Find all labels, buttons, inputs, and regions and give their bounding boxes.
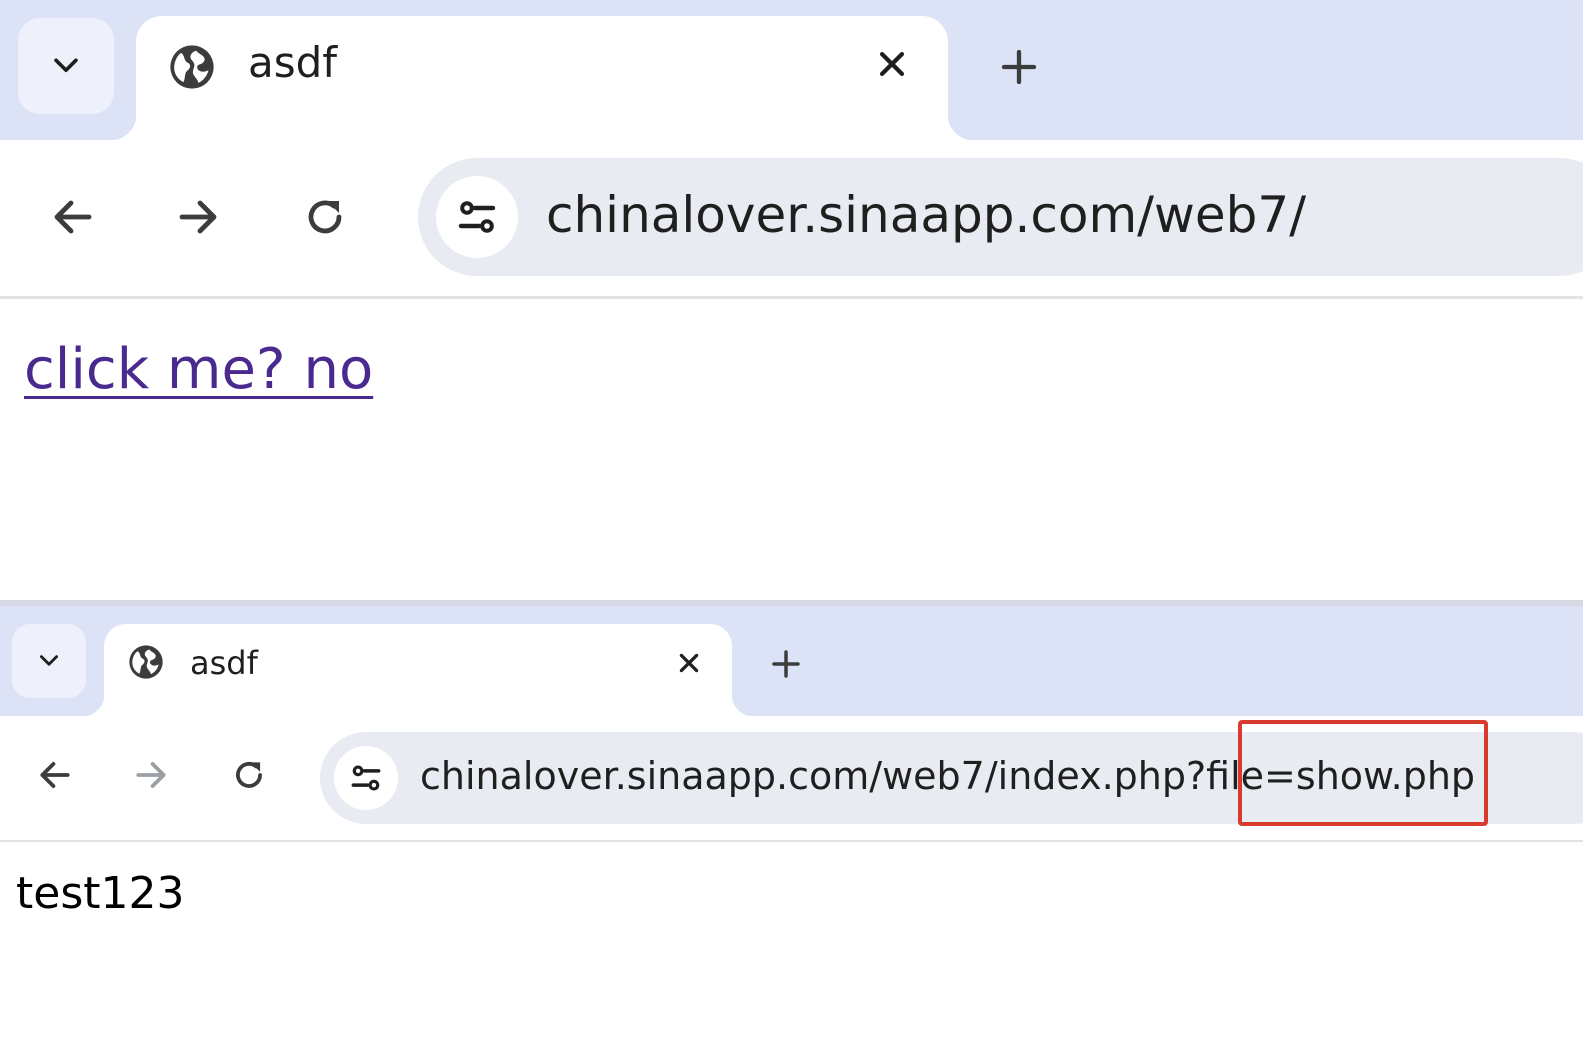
chevron-down-icon bbox=[54, 58, 78, 73]
active-tab[interactable]: asdf bbox=[82, 624, 754, 716]
url-text: chinalover.sinaapp.com/web7/ bbox=[546, 186, 1307, 244]
reload-button[interactable] bbox=[222, 748, 276, 802]
globe-icon bbox=[166, 41, 218, 97]
new-tab-button[interactable] bbox=[986, 34, 1052, 100]
close-tab-button[interactable] bbox=[862, 34, 922, 94]
page-content: test123 bbox=[0, 842, 1583, 1063]
page-content: click me? no bbox=[0, 299, 1583, 600]
address-bar[interactable]: chinalover.sinaapp.com/web7/ bbox=[418, 158, 1583, 276]
click-me-link[interactable]: click me? no bbox=[24, 337, 373, 402]
new-tab-button[interactable] bbox=[760, 638, 812, 690]
active-tab[interactable]: asdf bbox=[110, 16, 974, 140]
tab-strip: asdf bbox=[0, 0, 1583, 140]
navigation-toolbar: chinalover.sinaapp.com/web7/ bbox=[0, 140, 1583, 298]
arrow-right-icon bbox=[179, 200, 217, 234]
close-icon bbox=[879, 51, 905, 77]
reload-button[interactable] bbox=[290, 182, 360, 252]
browser-window-1: asdf chinalover.sinaapp.com/web7/ click … bbox=[0, 0, 1583, 600]
tune-icon bbox=[351, 765, 381, 791]
arrow-right-icon bbox=[136, 762, 166, 788]
reload-icon bbox=[236, 761, 262, 788]
tab-search-button[interactable] bbox=[12, 624, 86, 698]
forward-button[interactable] bbox=[163, 182, 233, 252]
reload-icon bbox=[308, 200, 342, 234]
plus-icon bbox=[772, 650, 800, 678]
back-button[interactable] bbox=[28, 748, 82, 802]
chevron-down-icon bbox=[40, 655, 58, 666]
forward-button[interactable] bbox=[124, 748, 178, 802]
tab-title: asdf bbox=[190, 644, 258, 682]
tab-search-button[interactable] bbox=[18, 18, 114, 114]
site-info-button[interactable] bbox=[436, 176, 518, 258]
tab-strip: asdf bbox=[0, 606, 1583, 716]
arrow-left-icon bbox=[54, 200, 92, 234]
browser-window-2: asdf chinalover.sinaapp.com/web7/index.p… bbox=[0, 606, 1583, 1063]
close-tab-button[interactable] bbox=[666, 640, 712, 686]
address-bar[interactable]: chinalover.sinaapp.com/web7/index.php?fi… bbox=[320, 732, 1583, 824]
page-output-text: test123 bbox=[16, 868, 185, 919]
tune-icon bbox=[458, 201, 496, 233]
url-text: chinalover.sinaapp.com/web7/index.php?fi… bbox=[420, 754, 1476, 798]
arrow-left-icon bbox=[40, 762, 70, 788]
plus-icon bbox=[1001, 49, 1037, 85]
back-button[interactable] bbox=[38, 182, 108, 252]
site-info-button[interactable] bbox=[334, 746, 398, 810]
globe-icon bbox=[126, 642, 166, 686]
navigation-toolbar: chinalover.sinaapp.com/web7/index.php?fi… bbox=[0, 716, 1583, 840]
close-icon bbox=[679, 653, 699, 673]
tab-title: asdf bbox=[248, 38, 338, 87]
